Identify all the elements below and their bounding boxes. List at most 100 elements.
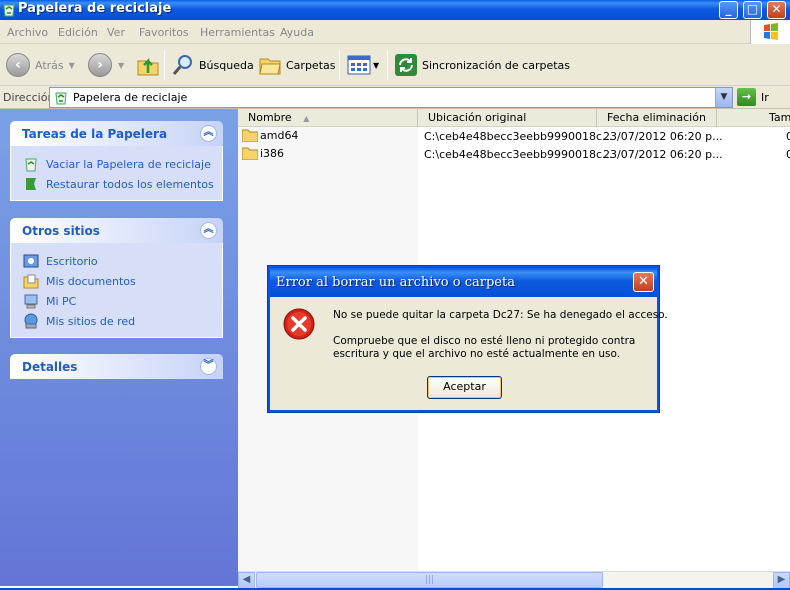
sort-ascending-icon: ▲	[303, 114, 310, 123]
folder-icon	[242, 147, 258, 160]
menu-archivo[interactable]: Archivo	[7, 26, 48, 39]
folders-button[interactable]: Carpetas	[258, 50, 335, 80]
menu-favoritos[interactable]: Favoritos	[139, 26, 189, 39]
scroll-left-icon[interactable]: ◀	[238, 572, 255, 589]
restore-all-link[interactable]: Restaurar todos los elementos	[11, 174, 222, 194]
tasks-panel-body: Vaciar la Papelera de reciclaje Restaura…	[10, 146, 223, 201]
desktop-link[interactable]: Escritorio	[11, 251, 222, 271]
expand-chevron-icon[interactable]: ︾	[200, 358, 217, 375]
dialog-message-secondary: Compruebe que el disco no esté lleno ni …	[333, 335, 636, 360]
file-size: 0	[786, 148, 790, 161]
menu-ver[interactable]: Ver	[107, 26, 125, 39]
column-date-label: Fecha eliminación	[607, 111, 706, 124]
sync-folders-button[interactable]: Sincronización de carpetas	[394, 50, 570, 80]
collapse-chevron-icon[interactable]: ︽	[200, 222, 217, 239]
address-bar: Dirección Papelera de reciclaje ▼ → Ir	[0, 86, 790, 109]
tasks-panel: Tareas de la Papelera ︽ Vaciar la Papele…	[10, 121, 223, 201]
task-pane: Tareas de la Papelera ︽ Vaciar la Papele…	[0, 109, 238, 586]
sync-label: Sincronización de carpetas	[422, 58, 571, 72]
window-title: Papelera de reciclaje	[18, 1, 172, 16]
desktop-icon	[23, 254, 39, 268]
my-pc-label: Mi PC	[46, 294, 77, 308]
restore-icon	[26, 178, 36, 190]
menu-edicion[interactable]: Edición	[58, 26, 98, 39]
accept-button[interactable]: Aceptar	[427, 376, 502, 399]
empty-bin-icon	[25, 158, 37, 172]
back-dropdown-icon: ▼	[68, 60, 75, 70]
horizontal-scrollbar[interactable]: ◀ ||| ▶	[238, 571, 790, 589]
toolbar-separator	[164, 50, 165, 80]
column-headers: Nombre ▲ Ubicación original Fecha elimin…	[238, 109, 790, 127]
search-button[interactable]: Búsqueda	[171, 50, 254, 80]
address-dropdown-icon[interactable]: ▼	[715, 88, 732, 107]
file-row[interactable]: i386 C:\ceb4e48becc3eebb9990018c... 23/0…	[238, 146, 790, 163]
my-pc-link[interactable]: Mi PC	[11, 291, 222, 311]
windows-logo-icon	[750, 20, 790, 44]
address-input[interactable]: Papelera de reciclaje ▼	[49, 87, 733, 108]
other-places-title: Otros sitios	[22, 224, 100, 238]
scrollbar-thumb[interactable]: |||	[256, 572, 603, 588]
menu-ayuda[interactable]: Ayuda	[280, 26, 314, 39]
menu-bar: Archivo Edición Ver Favoritos Herramient…	[0, 20, 790, 44]
forward-button[interactable]: › ▼	[88, 50, 124, 80]
up-folder-button[interactable]	[136, 50, 160, 80]
column-header-date[interactable]: Fecha eliminación	[597, 109, 717, 127]
address-value: Papelera de reciclaje	[73, 91, 188, 104]
folders-label: Carpetas	[286, 58, 336, 72]
dialog-titlebar[interactable]: Error al borrar un archivo o carpeta ✕	[270, 268, 657, 297]
minimize-button[interactable]: _	[719, 1, 738, 19]
folder-icon	[242, 129, 258, 142]
window-titlebar[interactable]: Papelera de reciclaje _ □ ✕	[0, 0, 790, 20]
file-location: C:\ceb4e48becc3eebb9990018c...	[424, 148, 613, 161]
file-location: C:\ceb4e48becc3eebb9990018c...	[424, 130, 613, 143]
my-documents-link[interactable]: Mis documentos	[11, 271, 222, 291]
my-network-link[interactable]: Mis sitios de red	[11, 311, 222, 331]
search-label: Búsqueda	[199, 58, 254, 72]
tasks-panel-title: Tareas de la Papelera	[22, 127, 168, 141]
column-header-name[interactable]: Nombre ▲	[238, 109, 418, 127]
dialog-close-button[interactable]: ✕	[633, 272, 654, 292]
go-button[interactable]: → Ir	[737, 88, 769, 106]
file-name: i386	[260, 147, 285, 160]
toolbar: ‹ Atrás ▼ › ▼ Búsqueda Carpetas ▼ Sincro…	[0, 44, 790, 86]
go-arrow-icon: →	[737, 88, 756, 106]
search-icon	[172, 55, 192, 75]
toolbar-separator	[387, 50, 388, 80]
views-grid-icon	[347, 55, 371, 75]
details-header[interactable]: Detalles ︾	[10, 354, 223, 379]
menu-herramientas[interactable]: Herramientas	[200, 26, 275, 39]
address-label: Dirección	[3, 91, 55, 104]
file-name: amd64	[260, 129, 299, 142]
scroll-right-icon[interactable]: ▶	[773, 572, 790, 589]
error-icon	[283, 308, 315, 340]
file-name-cell: i386	[242, 147, 284, 160]
column-size-label: Tam	[769, 111, 790, 124]
details-panel: Detalles ︾	[10, 354, 223, 379]
views-button[interactable]: ▼	[346, 50, 379, 80]
back-label: Atrás	[35, 58, 64, 72]
restore-all-label: Restaurar todos los elementos	[46, 177, 214, 191]
error-dialog: Error al borrar un archivo o carpeta ✕ N…	[268, 266, 668, 412]
column-header-size[interactable]: Tam	[717, 109, 790, 127]
empty-recycle-bin-link[interactable]: Vaciar la Papelera de reciclaje	[11, 154, 222, 174]
my-computer-icon	[24, 294, 38, 309]
forward-arrow-icon: ›	[88, 53, 112, 77]
column-header-location[interactable]: Ubicación original	[418, 109, 597, 127]
sync-icon	[395, 54, 417, 76]
tasks-panel-header[interactable]: Tareas de la Papelera ︽	[10, 121, 223, 146]
recycle-bin-icon	[55, 92, 67, 105]
folders-icon	[259, 58, 281, 75]
back-arrow-icon: ‹	[6, 53, 30, 77]
close-window-button[interactable]: ✕	[767, 1, 786, 19]
file-row[interactable]: amd64 C:\ceb4e48becc3eebb9990018c... 23/…	[238, 128, 790, 145]
other-places-panel: Otros sitios ︽ Escritorio Mis documentos	[10, 218, 223, 338]
views-dropdown-icon: ▼	[373, 60, 380, 70]
other-places-header[interactable]: Otros sitios ︽	[10, 218, 223, 243]
maximize-button[interactable]: □	[743, 1, 762, 19]
collapse-chevron-icon[interactable]: ︽	[200, 125, 217, 142]
go-label: Ir	[761, 90, 769, 104]
network-places-icon	[24, 313, 38, 329]
toolbar-separator	[339, 50, 340, 80]
up-folder-icon	[137, 57, 159, 76]
back-button[interactable]: ‹ Atrás ▼	[6, 50, 75, 80]
